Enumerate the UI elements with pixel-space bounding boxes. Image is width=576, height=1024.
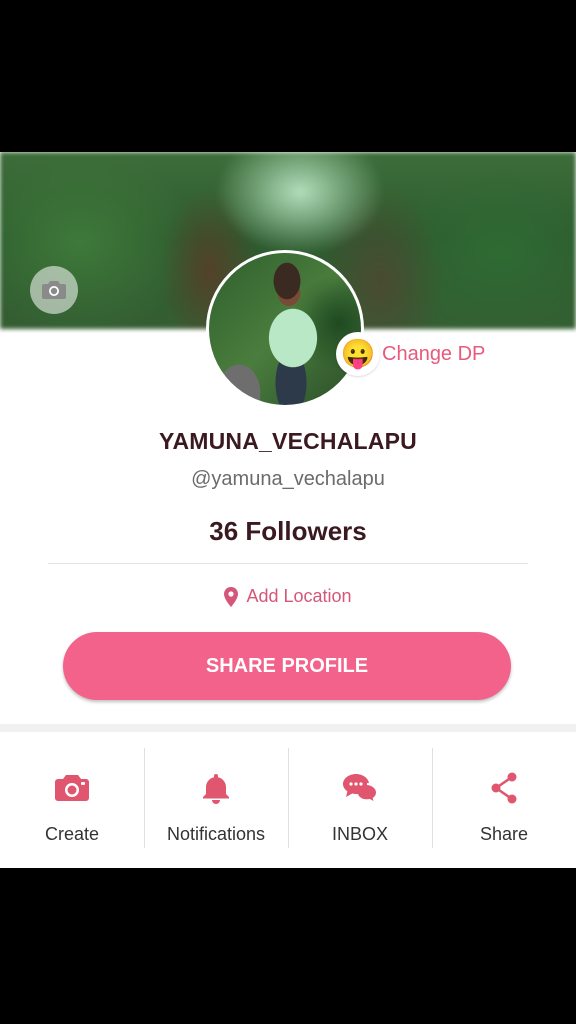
change-cover-button[interactable] [30,266,78,314]
change-dp-button[interactable]: 😛 Change DP [336,332,485,376]
notifications-label: Notifications [166,824,266,844]
change-dp-label: Change DP [382,342,486,365]
create-label: Create [44,824,100,844]
emoji-glyph: 😛 [340,338,376,369]
profile-username: YAMUNA_VECHALAPU [159,428,417,454]
location-pin-icon [224,586,239,607]
inbox-label: INBOX [331,824,388,844]
profile-handle: @yamuna_vechalapu [191,468,385,490]
add-location-link[interactable]: Add Location [0,586,576,607]
followers-count[interactable]: 36 Followers [0,516,576,547]
share-profile-button[interactable]: SHARE PROFILE [63,632,511,700]
share-icon [489,768,519,808]
profile-screen: 😛 Change DP YAMUNA_VECHALAPU @yamuna_vec… [0,152,576,868]
inbox-button[interactable]: INBOX [288,732,432,868]
share-button[interactable]: Share [432,732,576,868]
tongue-emoji-icon: 😛 [336,332,380,376]
share-label: Share [479,824,529,844]
divider [48,563,528,564]
add-location-label: Add Location [246,586,352,606]
camera-icon [55,768,89,808]
bell-icon [202,768,230,808]
action-bar: Create Notifications INBOX Share [0,732,576,868]
create-button[interactable]: Create [0,732,144,868]
chat-bubbles-icon [342,768,378,808]
notifications-button[interactable]: Notifications [144,732,288,868]
profile-avatar[interactable] [206,250,364,408]
camera-icon [42,281,66,299]
section-separator [0,724,576,732]
